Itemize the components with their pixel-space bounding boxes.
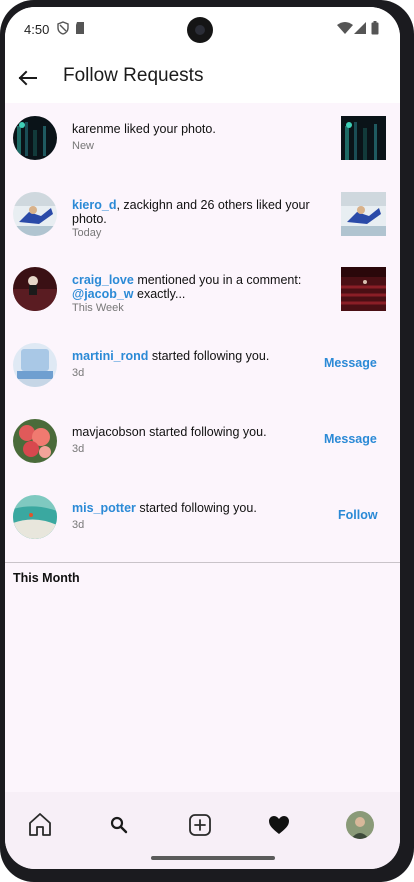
page-title: Follow Requests: [63, 65, 204, 86]
notification-row[interactable]: kiero_d, zackighn and 26 others liked yo…: [5, 192, 400, 268]
craig-photo-avatar: [13, 267, 57, 311]
notification-row[interactable]: mavjacobson started following you. 3d Me…: [5, 419, 400, 495]
home-icon[interactable]: [26, 811, 54, 839]
theater-photo-thumbnail: [341, 267, 386, 311]
flowers-photo-avatar: [13, 419, 57, 463]
notification-message: started following you.: [135, 501, 257, 515]
notification-text: martini_rond started following you. 3d: [72, 349, 317, 380]
mention-link[interactable]: @jacob_w: [72, 287, 134, 301]
signal-icon: [354, 22, 366, 34]
section-heading: This Month: [13, 571, 80, 585]
notification-time: Today: [72, 227, 102, 239]
avatar[interactable]: [13, 343, 57, 387]
avatar[interactable]: [13, 267, 57, 311]
dark-photo-thumbnail: [341, 116, 386, 160]
notification-time: New: [72, 140, 95, 152]
app-bar: Follow Requests: [5, 53, 400, 103]
notification-text: mavjacobson started following you. 3d: [72, 425, 317, 456]
battery-icon: [371, 21, 379, 35]
notification-row[interactable]: martini_rond started following you. 3d M…: [5, 343, 400, 419]
avatar[interactable]: [13, 116, 57, 160]
kiero-photo-thumbnail: [341, 192, 386, 236]
post-thumbnail[interactable]: [341, 267, 386, 311]
status-time: 4:50: [24, 22, 50, 37]
notification-row[interactable]: karenme liked your photo. New: [5, 116, 400, 192]
username-link[interactable]: kiero_d: [72, 198, 116, 212]
profile-photo-icon: [346, 811, 374, 839]
notification-row[interactable]: craig_love mentioned you in a comment: @…: [5, 267, 400, 343]
notification-row[interactable]: mis_potter started following you. 3d Fol…: [5, 495, 400, 571]
dark-photo-avatar: [13, 116, 57, 160]
sd-card-icon: [76, 22, 84, 34]
back-arrow-icon[interactable]: [15, 65, 41, 91]
notification-message: mavjacobson started following you.: [72, 425, 267, 439]
notification-text: kiero_d, zackighn and 26 others liked yo…: [72, 198, 317, 240]
heart-icon[interactable]: [265, 811, 293, 839]
notification-text: craig_love mentioned you in a comment: @…: [72, 273, 317, 315]
username-link[interactable]: craig_love: [72, 273, 134, 287]
avatar[interactable]: [13, 495, 57, 539]
status-bar: 4:50: [5, 7, 400, 53]
notification-text: mis_potter started following you. 3d: [72, 501, 317, 532]
kiero-photo-avatar: [13, 192, 57, 236]
search-icon[interactable]: [105, 811, 133, 839]
wifi-icon: [337, 22, 353, 34]
martini-photo-avatar: [13, 343, 57, 387]
section-divider: [5, 562, 400, 563]
username-link[interactable]: martini_rond: [72, 349, 148, 363]
message-button[interactable]: Message: [324, 356, 377, 370]
notification-message: started following you.: [148, 349, 270, 363]
notification-time: This Week: [72, 302, 124, 314]
post-thumbnail[interactable]: [341, 116, 386, 160]
username-link[interactable]: mis_potter: [72, 501, 136, 515]
phone-frame: 4:50 Follow Requests karenme liked your …: [0, 0, 414, 882]
beach-photo-avatar: [13, 495, 57, 539]
notification-message: karenme liked your photo.: [72, 122, 216, 136]
gesture-bar[interactable]: [151, 856, 275, 860]
profile-avatar[interactable]: [346, 811, 374, 839]
notification-time: 3d: [72, 519, 85, 531]
comment-excerpt: exactly...: [133, 287, 186, 301]
dnd-shield-icon: [57, 21, 69, 35]
front-camera: [187, 17, 213, 43]
screen: 4:50 Follow Requests karenme liked your …: [5, 7, 400, 869]
add-post-icon[interactable]: [186, 811, 214, 839]
notification-time: 3d: [72, 367, 85, 379]
notification-text: karenme liked your photo. New: [72, 122, 317, 153]
message-button[interactable]: Message: [324, 432, 377, 446]
avatar[interactable]: [13, 192, 57, 236]
post-thumbnail[interactable]: [341, 192, 386, 236]
notification-time: 3d: [72, 443, 85, 455]
follow-button[interactable]: Follow: [338, 508, 378, 522]
avatar[interactable]: [13, 419, 57, 463]
notification-message: mentioned you in a comment:: [133, 273, 302, 287]
